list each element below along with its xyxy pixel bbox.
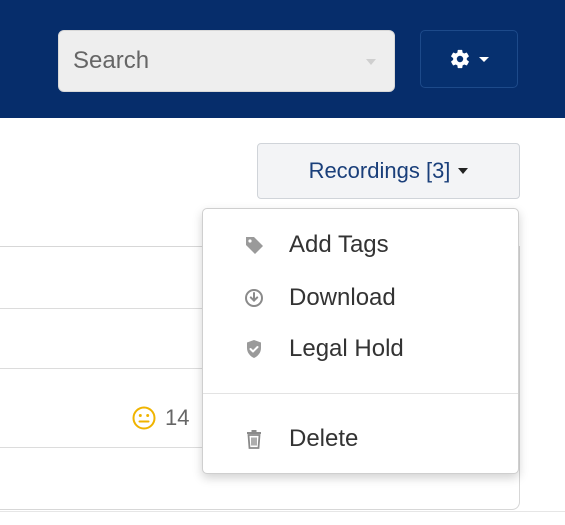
search-dropdown-caret[interactable] [366,59,376,65]
menu-item-legal-hold[interactable]: Legal Hold [203,323,518,375]
search-box[interactable] [58,30,395,92]
tag-icon [246,237,263,254]
menu-item-download[interactable]: Download [203,272,518,324]
top-navbar [0,0,565,118]
neutral-face-icon [132,406,156,430]
settings-button[interactable] [420,30,518,88]
shield-check-icon [247,340,261,358]
recordings-dropdown-button[interactable]: Recordings [3] [257,143,520,199]
search-input[interactable] [59,31,394,91]
recordings-button-label: Recordings [3] [308,158,451,183]
menu-item-label: Download [289,284,396,311]
menu-item-add-tags[interactable]: Add Tags [203,219,518,271]
menu-divider [203,393,518,394]
chevron-down-icon [458,168,469,174]
settings-caret [479,56,489,62]
menu-item-label: Legal Hold [289,335,404,362]
row-count: 14 [165,405,190,430]
download-icon [245,289,263,307]
gear-icon [451,49,469,69]
menu-item-label: Add Tags [289,231,389,258]
page-bottom-divider [0,511,565,512]
menu-item-delete[interactable]: Delete [203,413,518,465]
menu-item-label: Delete [289,425,359,452]
trash-icon [247,430,261,449]
main-content: Recordings [3] 14 14 Add Tags Downloa [0,118,565,525]
recordings-dropdown-menu: Add Tags Download Legal Hold Delete [202,208,519,474]
